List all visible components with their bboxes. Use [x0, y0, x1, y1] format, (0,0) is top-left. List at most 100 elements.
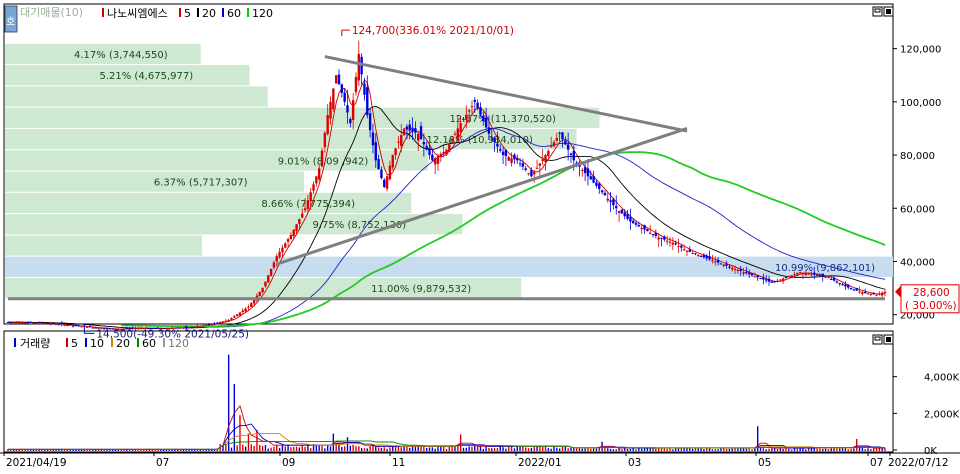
- candle-body: [643, 225, 646, 230]
- x-tick-label: 07: [870, 457, 883, 469]
- candle-body: [493, 137, 496, 143]
- legend-swatch: [247, 8, 249, 17]
- candle-body: [555, 138, 559, 141]
- candle-body: [756, 275, 759, 278]
- candle-body: [317, 168, 321, 180]
- chart-svg: 호4.17% (3,744,550)5.21% (4,675,977)12.67…: [0, 3, 960, 469]
- candle-body: [487, 127, 491, 134]
- current-price: 28,600: [913, 287, 950, 299]
- candle-body: [9, 322, 13, 324]
- candle-body: [46, 323, 49, 325]
- candle-body: [793, 274, 796, 276]
- candle-body: [54, 324, 58, 326]
- candle-body: [569, 153, 573, 156]
- candle-body: [204, 324, 208, 326]
- candle-body: [43, 323, 46, 325]
- candle-body: [552, 142, 556, 147]
- candle-body: [798, 272, 802, 274]
- candle-body: [374, 142, 377, 161]
- candle-body: [674, 243, 677, 245]
- candle-body: [716, 259, 720, 263]
- candle-body: [598, 183, 601, 190]
- candle-body: [60, 323, 63, 325]
- candle-body: [796, 273, 799, 275]
- candle-body: [818, 274, 822, 276]
- candle-body: [298, 218, 301, 224]
- candle-body: [221, 321, 225, 323]
- candle-body: [581, 169, 584, 171]
- candle-body: [247, 306, 250, 308]
- candle-body: [400, 135, 403, 146]
- candle-body: [739, 269, 742, 272]
- candle-body: [827, 277, 830, 279]
- candle-body: [770, 281, 774, 283]
- candle-body: [699, 255, 703, 257]
- legend-label: 120: [252, 7, 273, 20]
- candle-body: [467, 110, 471, 112]
- candle-body: [292, 229, 295, 237]
- candle-body: [479, 107, 482, 115]
- high-annotation: 124,700(336.01% 2021/10/01): [352, 25, 514, 37]
- candle-body: [66, 324, 69, 326]
- candle-body: [433, 158, 437, 165]
- candle-body: [668, 241, 672, 243]
- candle-body: [275, 256, 278, 262]
- candle-body: [343, 92, 346, 102]
- candle-body: [869, 293, 873, 295]
- candle-body: [74, 324, 78, 326]
- x-tick-label: 09: [282, 457, 295, 469]
- candle-body: [629, 216, 632, 222]
- candle-body: [776, 280, 779, 282]
- candle-body: [527, 173, 530, 175]
- candle-body: [711, 260, 714, 262]
- candle-body: [861, 292, 864, 294]
- candle-body: [448, 144, 451, 152]
- candle-body: [286, 239, 290, 242]
- candle-body: [402, 128, 406, 136]
- candle-body: [473, 99, 476, 102]
- legend-label: 5: [184, 7, 191, 20]
- volume-profile-bar: [5, 235, 203, 256]
- candle-body: [790, 275, 793, 277]
- candle-body: [530, 170, 533, 177]
- candle-body: [238, 312, 242, 316]
- legend-swatch: [14, 338, 16, 347]
- candle-body: [603, 192, 607, 196]
- candle-body: [37, 322, 41, 324]
- candle-body: [742, 272, 745, 274]
- side-button-label: 호: [6, 16, 15, 28]
- candle-body: [86, 326, 89, 328]
- candle-body: [289, 234, 293, 240]
- legend-swatch: [137, 338, 139, 347]
- candle-body: [340, 84, 344, 93]
- candle-body: [767, 278, 771, 282]
- legend-label: 60: [227, 7, 241, 20]
- candle-body: [428, 147, 431, 156]
- candle-body: [648, 232, 652, 234]
- candle-body: [844, 284, 847, 287]
- candle-body: [623, 212, 626, 217]
- candle-body: [688, 249, 691, 252]
- candle-body: [677, 246, 680, 248]
- candle-body: [762, 277, 765, 280]
- candle-body: [561, 132, 564, 140]
- candle-body: [852, 289, 856, 291]
- candle-body: [510, 158, 513, 164]
- candle-body: [694, 253, 697, 255]
- x-tick-label: 2021/04/19: [6, 457, 67, 469]
- candle-body: [77, 325, 80, 327]
- candle-body: [558, 132, 561, 134]
- legend-swatch: [111, 338, 113, 347]
- candle-body: [507, 157, 510, 161]
- candle-body: [660, 237, 663, 239]
- candle-body: [484, 117, 488, 128]
- candle-body: [306, 200, 310, 209]
- candle-body: [419, 126, 423, 140]
- candle-body: [804, 273, 807, 275]
- candle-body: [32, 322, 35, 324]
- candle-body: [753, 276, 757, 278]
- candle-body: [63, 324, 66, 326]
- candle-body: [199, 325, 202, 327]
- candle-body: [281, 247, 284, 253]
- candle-body: [349, 119, 352, 124]
